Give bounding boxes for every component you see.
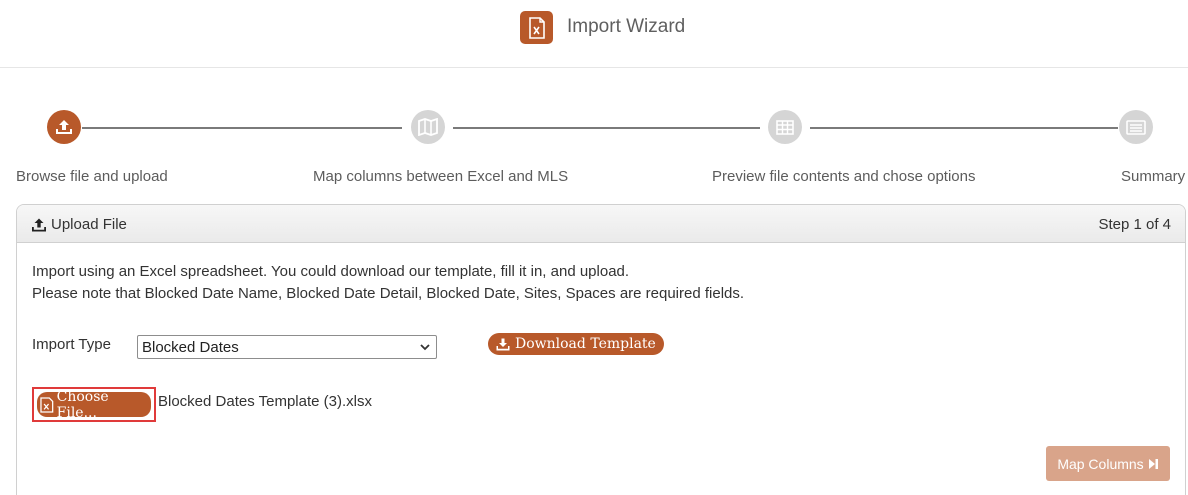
chevron-down-icon bbox=[420, 344, 430, 351]
download-template-button[interactable]: Download Template bbox=[488, 333, 664, 355]
list-icon bbox=[1126, 119, 1146, 135]
selected-file-name: Blocked Dates Template (3).xlsx bbox=[158, 393, 372, 410]
step-3-label: Preview file contents and chose options bbox=[712, 168, 976, 185]
instructions: Import using an Excel spreadsheet. You c… bbox=[32, 261, 744, 305]
step-3-circle bbox=[768, 110, 802, 144]
step-2-circle bbox=[411, 110, 445, 144]
upload-icon bbox=[32, 218, 46, 231]
step-connector bbox=[453, 127, 760, 129]
import-type-label: Import Type bbox=[32, 336, 111, 353]
instructions-line-1: Import using an Excel spreadsheet. You c… bbox=[32, 263, 630, 280]
table-icon bbox=[776, 119, 794, 135]
map-columns-label: Map Columns bbox=[1057, 455, 1144, 472]
page-title: Import Wizard bbox=[567, 16, 686, 37]
upload-panel: Upload File Step 1 of 4 Import using an … bbox=[16, 204, 1186, 495]
step-2-label: Map columns between Excel and MLS bbox=[313, 168, 569, 185]
step-indicator: Step 1 of 4 bbox=[1098, 216, 1171, 233]
import-type-select[interactable]: Blocked Dates bbox=[137, 335, 437, 359]
map-icon bbox=[418, 118, 438, 136]
instructions-line-2: Please note that Blocked Date Name, Bloc… bbox=[32, 285, 745, 302]
excel-file-icon bbox=[520, 11, 553, 44]
step-connector bbox=[82, 127, 402, 129]
panel-title-text: Upload File bbox=[51, 216, 127, 233]
step-4-label: Summary bbox=[1121, 168, 1186, 185]
choose-file-button[interactable]: Choose File... bbox=[37, 389, 151, 421]
step-forward-icon bbox=[1148, 458, 1158, 469]
choose-file-label: Choose File... bbox=[56, 388, 109, 421]
step-1-label: Browse file and upload bbox=[16, 168, 168, 185]
panel-title: Upload File bbox=[31, 216, 127, 233]
download-template-label: Download Template bbox=[515, 336, 656, 352]
choose-file-highlight: Choose File... bbox=[32, 387, 156, 422]
import-type-value: Blocked Dates bbox=[142, 338, 239, 356]
panel-header: Upload File Step 1 of 4 bbox=[17, 205, 1185, 243]
step-connector bbox=[810, 127, 1118, 129]
excel-file-icon bbox=[40, 396, 54, 413]
map-columns-button[interactable]: Map Columns bbox=[1046, 446, 1170, 481]
header: Import Wizard bbox=[0, 0, 1188, 68]
download-icon bbox=[496, 338, 510, 350]
upload-icon bbox=[56, 120, 72, 134]
step-1-circle bbox=[47, 110, 81, 144]
step-4-circle bbox=[1119, 110, 1153, 144]
